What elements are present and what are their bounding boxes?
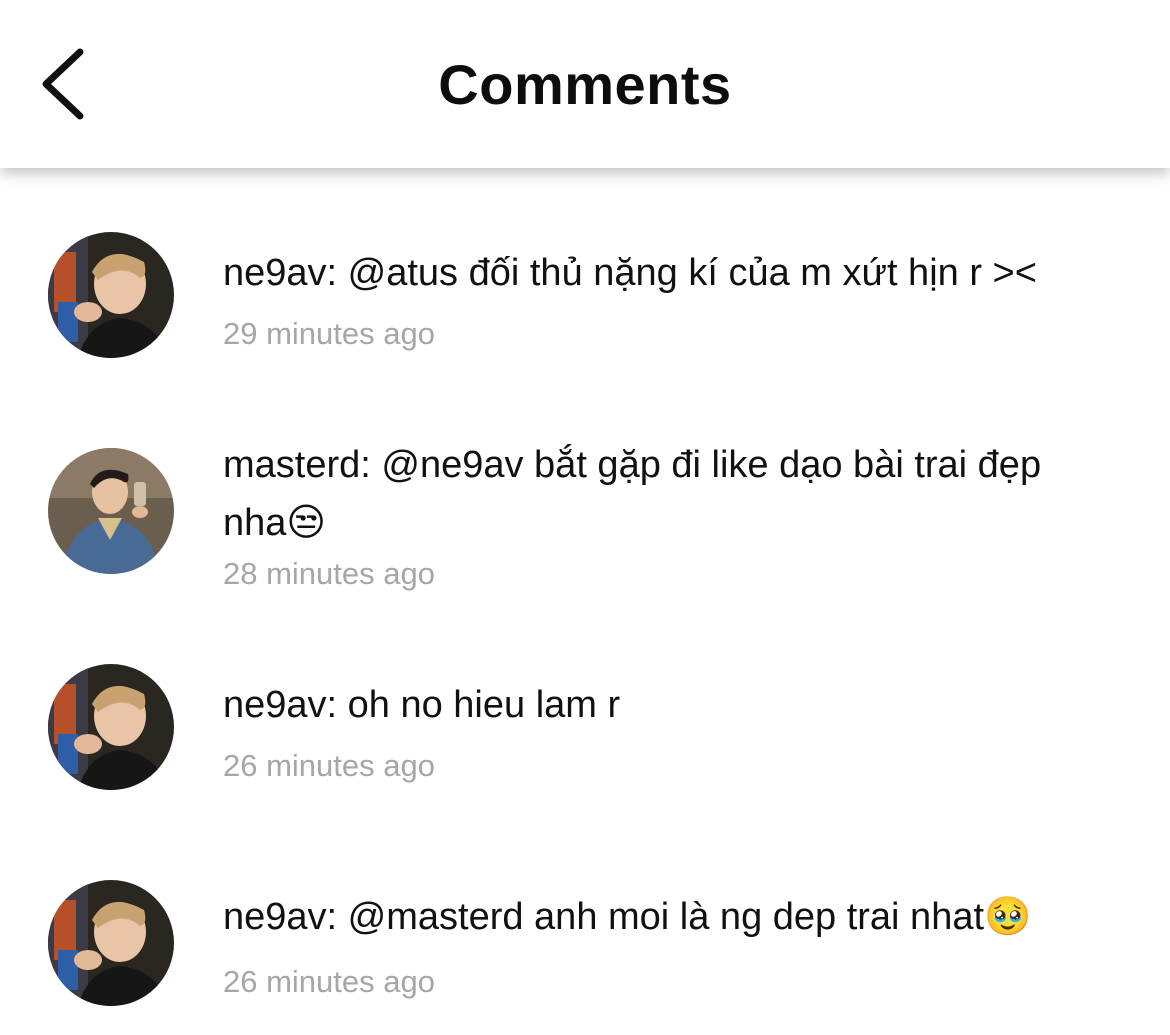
page-title: Comments (438, 53, 732, 116)
avatar[interactable] (48, 232, 174, 358)
avatar-photo-ne9av (48, 664, 174, 790)
avatar-photo-ne9av (48, 880, 174, 1006)
avatar[interactable] (48, 664, 174, 790)
comment-timestamp: 26 minutes ago (223, 964, 435, 999)
comment-text: masterd: @ne9av bắt gặp đi like dạo bài … (223, 444, 1052, 544)
comment-text: ne9av: oh no hieu lam r (223, 684, 621, 726)
avatar[interactable] (48, 880, 174, 1006)
avatar-photo-ne9av (48, 232, 174, 358)
comment-timestamp: 28 minutes ago (223, 556, 435, 591)
avatar[interactable] (48, 448, 174, 574)
comment-timestamp: 26 minutes ago (223, 748, 435, 783)
comment-text: ne9av: @atus đối thủ nặng kí của m xứt h… (223, 252, 1037, 294)
avatar-photo-masterd (48, 448, 174, 574)
comment-text: ne9av: @masterd anh moi là ng dep trai n… (223, 896, 1032, 938)
header-bar: Comments (0, 0, 1170, 168)
comment-timestamp: 29 minutes ago (223, 316, 435, 351)
